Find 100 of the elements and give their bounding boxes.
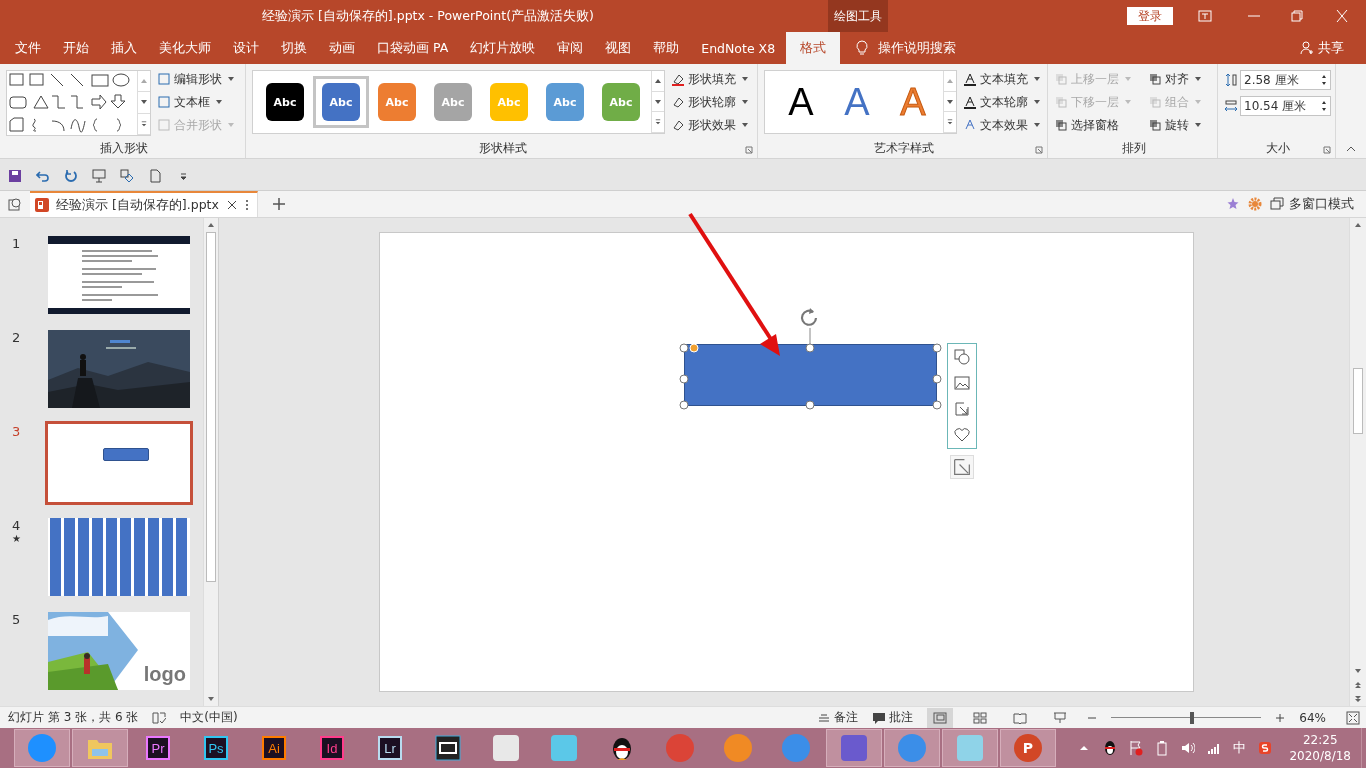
ribbon-command[interactable]: 形状填充 <box>671 70 748 88</box>
taskbar-app[interactable]: Lr <box>362 729 418 767</box>
image-icon[interactable] <box>953 374 971 392</box>
ribbon-tab[interactable]: 文件 <box>4 32 52 64</box>
ribbon-command[interactable]: 选择窗格 <box>1054 116 1148 134</box>
comments-button[interactable]: 批注 <box>872 709 914 726</box>
spellcheck-icon[interactable] <box>152 710 167 725</box>
heart-icon[interactable] <box>953 426 971 444</box>
zoom-in-icon[interactable] <box>1275 712 1286 723</box>
tell-me-search[interactable]: 操作说明搜索 <box>878 39 957 57</box>
taskbar-app[interactable]: Pr <box>130 729 186 767</box>
scroll-thumb[interactable] <box>1353 368 1363 434</box>
ribbon-tab[interactable]: 开始 <box>52 32 100 64</box>
collapse-ribbon-icon[interactable] <box>1346 146 1356 152</box>
ribbon-command[interactable]: 文本框 <box>157 93 234 111</box>
magic-wand-icon[interactable] <box>1226 197 1240 211</box>
resize-icon[interactable] <box>953 400 971 418</box>
ribbon-tab[interactable]: EndNote X8 <box>690 32 787 64</box>
scroll-down-icon[interactable] <box>140 99 148 106</box>
dialog-launcher-icon[interactable] <box>745 146 753 154</box>
height-field[interactable]: 2.58 厘米 <box>1240 70 1331 90</box>
ribbon-tab[interactable]: 视图 <box>594 32 643 64</box>
ribbon-command[interactable]: 编辑形状 <box>157 70 234 88</box>
ribbon-tab[interactable]: 切换 <box>270 32 318 64</box>
ribbon-command[interactable]: 形状效果 <box>671 116 748 134</box>
shape-style[interactable]: Abc <box>369 76 425 128</box>
scroll-down-icon[interactable] <box>654 98 662 105</box>
multi-window-button[interactable]: 多窗口模式 <box>1270 195 1354 213</box>
dialog-launcher-icon[interactable] <box>1035 146 1043 154</box>
ribbon-tab[interactable]: 审阅 <box>546 32 595 64</box>
spin-arrows-icon[interactable] <box>1321 100 1327 112</box>
shape-style[interactable]: Abc <box>257 76 313 128</box>
shapes-icon[interactable] <box>953 348 971 366</box>
scroll-up-icon[interactable] <box>654 77 662 84</box>
slide-thumbnail[interactable] <box>48 236 190 314</box>
ribbon-tab[interactable]: 插入 <box>100 32 148 64</box>
notes-button[interactable]: 备注 <box>817 709 859 726</box>
dialog-launcher-icon[interactable] <box>1323 146 1331 154</box>
scroll-down-icon[interactable] <box>946 98 954 105</box>
ribbon-tab[interactable]: 幻灯片放映 <box>459 32 547 64</box>
save-icon[interactable] <box>8 169 22 183</box>
wordart-style[interactable]: A <box>829 80 885 124</box>
zoom-level[interactable]: 64% <box>1299 710 1326 725</box>
more-icon[interactable] <box>946 119 954 126</box>
square-icon <box>157 72 171 86</box>
slide-thumbnail[interactable]: logo <box>48 612 190 690</box>
ribbon-command[interactable]: 文本填充 <box>963 70 1040 88</box>
ribbon-tab[interactable]: 口袋动画 PA <box>366 32 460 64</box>
spin-arrows-icon[interactable] <box>1321 74 1327 86</box>
ribbon-tab[interactable]: 美化大师 <box>148 32 222 64</box>
scroll-thumb[interactable] <box>206 232 216 582</box>
taskbar-app[interactable]: Ai <box>246 729 302 767</box>
close-icon[interactable] <box>1335 10 1349 22</box>
ribbon-tab[interactable]: 格式 <box>786 32 841 64</box>
clock-time[interactable]: 22:25 <box>1302 732 1338 748</box>
ribbon-display-icon[interactable] <box>1198 10 1212 22</box>
more-icon[interactable] <box>140 120 148 127</box>
caret-icon <box>216 100 222 104</box>
ribbon-tab[interactable]: 动画 <box>318 32 366 64</box>
ribbon-command[interactable]: 形状轮廓 <box>671 93 748 111</box>
taskbar-app[interactable]: P <box>1000 729 1056 767</box>
redo-icon[interactable] <box>64 169 78 183</box>
scrollbar[interactable] <box>1349 218 1366 706</box>
wordart-style[interactable]: A <box>885 80 941 124</box>
wordart-style[interactable]: A <box>773 80 829 124</box>
more-icon[interactable] <box>654 119 662 126</box>
new-document-icon[interactable] <box>148 169 162 183</box>
slide-thumbnail[interactable] <box>45 421 193 505</box>
document-tab[interactable]: 经验演示 [自动保存的].pptx <box>30 191 258 217</box>
shapes-icon[interactable] <box>120 169 134 183</box>
app-badge: Lr <box>378 736 402 760</box>
caret-icon <box>1195 77 1201 81</box>
gear-icon[interactable] <box>1248 197 1262 211</box>
restore-icon[interactable] <box>1290 10 1304 22</box>
ribbon-command[interactable]: 对齐 <box>1148 70 1218 88</box>
slide-thumbnail[interactable] <box>48 518 190 596</box>
ribbon-command[interactable]: 旋转 <box>1148 116 1218 134</box>
shape-style[interactable]: Abc <box>593 76 649 128</box>
share-button[interactable]: 共享 <box>1300 39 1344 57</box>
ribbon-tab[interactable]: 帮助 <box>642 32 691 64</box>
ribbon-command[interactable]: 文本轮廓 <box>963 93 1040 111</box>
scrollbar[interactable] <box>203 218 218 706</box>
taskbar-app[interactable]: Id <box>304 729 360 767</box>
slideshow-icon[interactable] <box>92 169 106 183</box>
width-field[interactable]: 10.54 厘米 <box>1240 96 1331 116</box>
undo-icon[interactable] <box>36 169 50 183</box>
ribbon-command[interactable]: 文本效果 <box>963 116 1040 134</box>
login-button[interactable]: 登录 <box>1127 7 1173 25</box>
shape-style[interactable]: Abc <box>537 76 593 128</box>
input-method-indicator[interactable]: 中 <box>1228 739 1252 757</box>
expand-icon[interactable] <box>950 455 974 479</box>
more-icon[interactable] <box>244 198 249 212</box>
add-tab-icon[interactable] <box>271 197 286 211</box>
language-label[interactable]: 中文(中国) <box>180 709 238 726</box>
clock-date[interactable]: 2020/8/18 <box>1289 748 1351 764</box>
history-icon[interactable] <box>8 197 22 211</box>
taskbar-app[interactable]: Ps <box>188 729 244 767</box>
shape-style[interactable]: Abc <box>313 76 369 128</box>
ribbon-tab[interactable]: 设计 <box>222 32 270 64</box>
normal-view-icon[interactable] <box>927 707 954 728</box>
